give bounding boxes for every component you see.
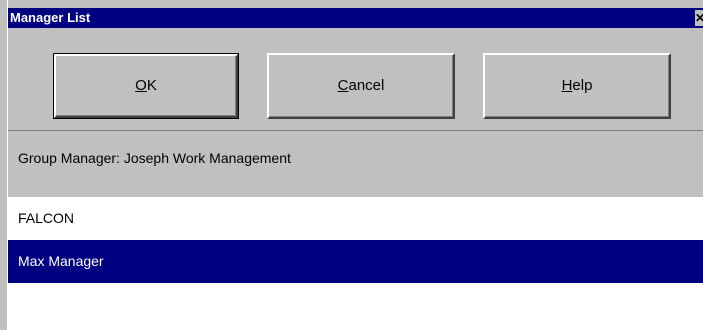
help-label-rest: elp: [572, 77, 593, 94]
title-bar[interactable]: Manager List ✕: [8, 8, 703, 28]
group-manager-label: Group Manager: Joseph Work Management: [18, 150, 291, 166]
cancel-button[interactable]: Cancel: [267, 53, 455, 119]
ok-label-rest: K: [146, 77, 157, 94]
button-bar: OK Cancel Help: [8, 28, 703, 131]
manager-listbox[interactable]: FALCON Max Manager: [8, 197, 703, 330]
ok-button[interactable]: OK: [53, 53, 239, 119]
ok-button-face: OK: [54, 54, 238, 118]
close-icon[interactable]: ✕: [695, 10, 703, 26]
cancel-mnemonic: C: [337, 77, 349, 94]
cancel-label-rest: ancel: [348, 77, 385, 94]
list-item-falcon[interactable]: FALCON: [8, 197, 703, 240]
ok-mnemonic: O: [135, 77, 147, 94]
window-title: Manager List: [10, 10, 91, 25]
help-mnemonic: H: [561, 77, 573, 94]
list-item-max-manager[interactable]: Max Manager: [8, 240, 703, 283]
manager-list-dialog: Manager List ✕ OK Cancel Help Group Mana…: [0, 0, 703, 330]
window-left-frame: [0, 0, 8, 330]
help-button[interactable]: Help: [483, 53, 671, 119]
